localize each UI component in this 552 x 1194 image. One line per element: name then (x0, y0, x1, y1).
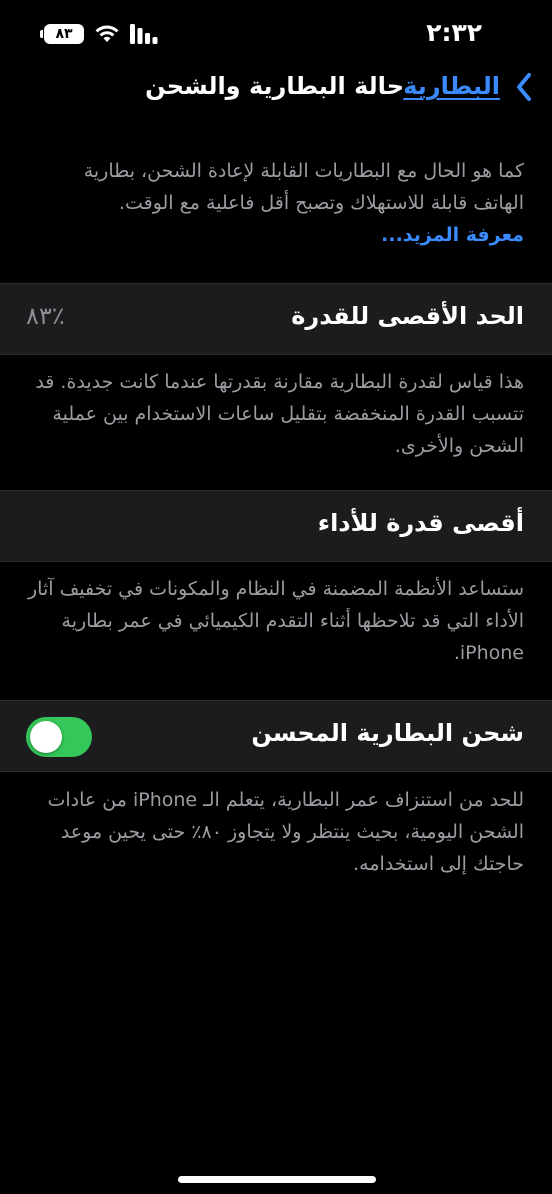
chevron-left-icon[interactable] (516, 72, 532, 102)
peak-performance-row: أقصى قدرة للأداء (0, 490, 552, 562)
intro-description: كما هو الحال مع البطاريات القابلة لإعادة… (28, 155, 524, 251)
optimized-charging-label: شحن البطارية المحسن (251, 719, 524, 747)
maximum-capacity-label: الحد الأقصى للقدرة (291, 302, 524, 330)
battery-level: ٨٣ (55, 26, 73, 42)
home-indicator[interactable] (178, 1176, 376, 1183)
peak-performance-description: ستساعد الأنظمة المضمنة في النظام والمكون… (28, 578, 524, 664)
back-button[interactable]: البطارية (403, 72, 500, 100)
screen: ٨٣ ٢:٣٢ البطارية حالة البطارية والشحن كم… (0, 0, 552, 1194)
wifi-icon (95, 25, 119, 42)
maximum-capacity-row: الحد الأقصى للقدرة ٪٨٣ (0, 283, 552, 355)
status-bar: ٨٣ ٢:٣٢ (0, 0, 552, 66)
navigation-bar: البطارية حالة البطارية والشحن (0, 66, 552, 116)
peak-performance-label: أقصى قدرة للأداء (317, 509, 524, 537)
learn-more-link[interactable]: معرفة المزيد... (381, 224, 524, 246)
status-time: ٢:٣٢ (426, 18, 482, 47)
optimized-charging-description: للحد من استنزاف عمر البطارية، يتعلم الـ … (47, 789, 524, 875)
page-title: حالة البطارية والشحن (145, 72, 404, 100)
maximum-capacity-value: ٪٨٣ (26, 302, 65, 330)
optimized-charging-toggle[interactable] (26, 717, 92, 757)
maximum-capacity-description: هذا قياس لقدرة البطارية مقارنة بقدرتها ع… (35, 371, 524, 457)
toggle-knob (30, 721, 62, 753)
intro-text: كما هو الحال مع البطاريات القابلة لإعادة… (83, 160, 524, 214)
cellular-signal-icon (130, 24, 158, 44)
optimized-charging-row: شحن البطارية المحسن (0, 700, 552, 772)
status-icons: ٨٣ (40, 22, 158, 46)
battery-icon: ٨٣ (40, 24, 84, 44)
